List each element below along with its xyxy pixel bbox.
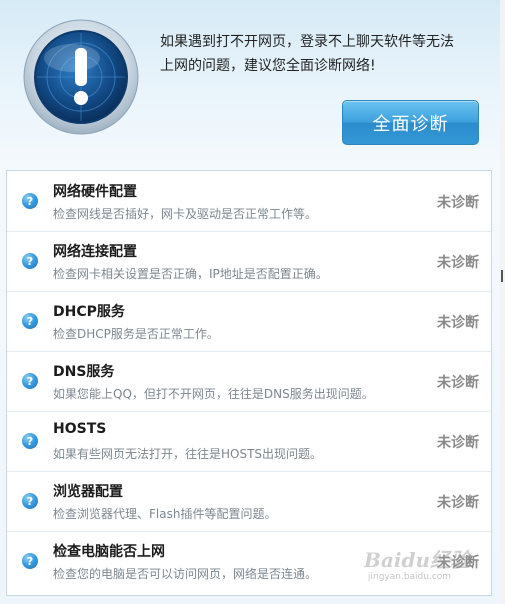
item-title: HOSTS bbox=[53, 421, 107, 437]
item-title: 检查电脑能否上网 bbox=[53, 544, 165, 560]
intro-message-line1: 如果遇到打不开网页，登录不上聊天软件等无法 bbox=[160, 34, 454, 50]
item-status: 未诊断 bbox=[437, 375, 479, 391]
edge-marker bbox=[501, 270, 503, 282]
item-description: 如果您能上QQ，但打不开网页，往往是DNS服务出现问题。 bbox=[53, 387, 374, 401]
item-status: 未诊断 bbox=[437, 495, 479, 511]
question-icon: ? bbox=[22, 433, 38, 449]
diagnosis-item-browser[interactable]: ? 浏览器配置 检查浏览器代理、Flash插件等配置问题。 未诊断 bbox=[7, 471, 491, 532]
question-icon: ? bbox=[22, 373, 38, 389]
item-title: DNS服务 bbox=[53, 364, 115, 380]
item-description: 检查您的电脑是否可以访问网页，网络是否连通。 bbox=[53, 567, 318, 581]
item-description: 检查DHCP服务是否正常工作。 bbox=[53, 327, 219, 341]
item-status: 未诊断 bbox=[437, 195, 479, 211]
item-description: 如果有些网页无法打开，往往是HOSTS出现问题。 bbox=[53, 447, 323, 461]
item-title: 浏览器配置 bbox=[53, 484, 123, 500]
diagnosis-item-hardware[interactable]: ? 网络硬件配置 检查网线是否插好，网卡及驱动是否正常工作等。 未诊断 bbox=[7, 171, 491, 232]
diagnosis-item-internet[interactable]: ? 检查电脑能否上网 检查您的电脑是否可以访问网页，网络是否连通。 未诊断 bbox=[7, 531, 491, 591]
diagnosis-item-dhcp[interactable]: ? DHCP服务 检查DHCP服务是否正常工作。 未诊断 bbox=[7, 291, 491, 352]
exclamation-radar-icon bbox=[23, 19, 139, 135]
question-icon: ? bbox=[22, 313, 38, 329]
diagnosis-item-list: ? 网络硬件配置 检查网线是否插好，网卡及驱动是否正常工作等。 未诊断 ? 网络… bbox=[6, 170, 492, 596]
item-status: 未诊断 bbox=[437, 255, 479, 271]
intro-message: 如果遇到打不开网页，登录不上聊天软件等无法 上网的问题，建议您全面诊断网络! bbox=[160, 30, 480, 78]
diagnosis-item-connection[interactable]: ? 网络连接配置 检查网卡相关设置是否正确，IP地址是否配置正确。 未诊断 bbox=[7, 231, 491, 292]
item-title: DHCP服务 bbox=[53, 304, 125, 320]
diagnosis-item-dns[interactable]: ? DNS服务 如果您能上QQ，但打不开网页，往往是DNS服务出现问题。 未诊断 bbox=[7, 351, 491, 412]
window-edge bbox=[500, 0, 505, 604]
question-icon: ? bbox=[22, 193, 38, 209]
question-icon: ? bbox=[22, 493, 38, 509]
item-status: 未诊断 bbox=[437, 435, 479, 451]
intro-message-line2: 上网的问题，建议您全面诊断网络! bbox=[160, 58, 376, 74]
question-icon: ? bbox=[22, 253, 38, 269]
diagnosis-panel: 如果遇到打不开网页，登录不上聊天软件等无法 上网的问题，建议您全面诊断网络! 全… bbox=[0, 0, 501, 604]
item-title: 网络连接配置 bbox=[53, 244, 137, 260]
item-description: 检查网线是否插好，网卡及驱动是否正常工作等。 bbox=[53, 207, 318, 221]
question-icon: ? bbox=[22, 553, 38, 569]
item-description: 检查网卡相关设置是否正确，IP地址是否配置正确。 bbox=[53, 267, 328, 281]
item-title: 网络硬件配置 bbox=[53, 184, 137, 200]
diagnosis-item-hosts[interactable]: ? HOSTS 如果有些网页无法打开，往往是HOSTS出现问题。 未诊断 bbox=[7, 411, 491, 472]
item-status: 未诊断 bbox=[437, 315, 479, 331]
item-description: 检查浏览器代理、Flash插件等配置问题。 bbox=[53, 507, 277, 521]
item-status: 未诊断 bbox=[437, 555, 479, 571]
full-diagnosis-button[interactable]: 全面诊断 bbox=[342, 100, 479, 145]
